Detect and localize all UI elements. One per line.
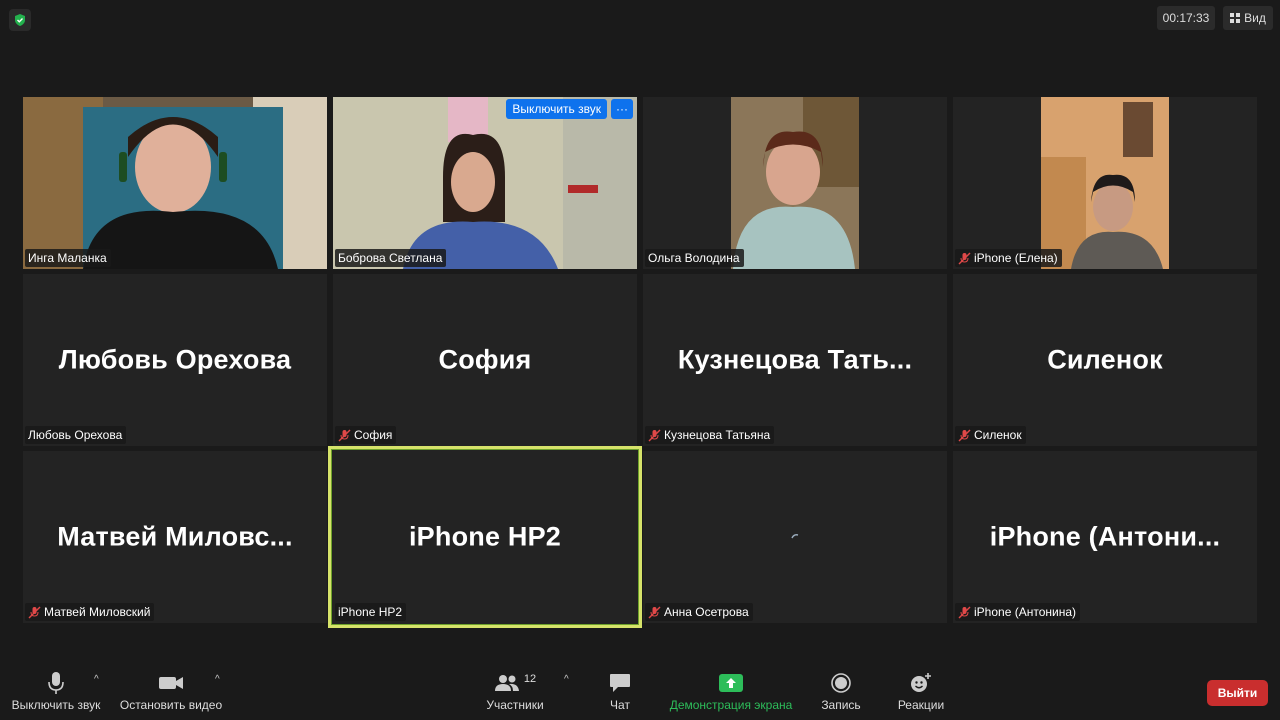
participants-button[interactable]: 12 Участники (483, 668, 547, 712)
participant-name: Кузнецова Татьяна (664, 428, 771, 442)
participant-name-tag: Анна Осетрова (645, 603, 753, 621)
participant-name-tag: Боброва Светлана (335, 249, 447, 267)
participant-video (953, 97, 1257, 269)
smiley-plus-icon (911, 673, 931, 692)
participant-video (333, 97, 637, 269)
record-label: Запись (821, 698, 861, 712)
reactions-button[interactable]: Реакции (893, 668, 949, 712)
more-options-button[interactable]: ··· (611, 99, 633, 119)
mute-button[interactable]: Выключить звук (10, 668, 102, 712)
video-tile-11[interactable]: Анна Осетрова (643, 451, 947, 623)
video-tile-9[interactable]: Матвей Миловс... Матвей Миловский (23, 451, 327, 623)
video-tile-12[interactable]: iPhone (Антони... iPhone (Антонина) (953, 451, 1257, 623)
muted-mic-icon (958, 252, 971, 264)
muted-mic-icon (958, 606, 971, 618)
participant-video (23, 97, 327, 269)
meeting-toolbar: Выключить звук ^ Остановить видео ^ 12 У… (0, 660, 1280, 720)
participant-display-name: София (438, 344, 532, 375)
participant-name: Боброва Светлана (338, 251, 443, 265)
participant-name-tag: Кузнецова Татьяна (645, 426, 775, 444)
meeting-timer: 00:17:33 (1157, 6, 1215, 30)
share-screen-button[interactable]: Демонстрация экрана (664, 668, 798, 712)
participant-name: Ольга Володина (648, 251, 740, 265)
record-button[interactable]: Запись (816, 668, 866, 712)
participant-name: iPhone HP2 (338, 605, 403, 619)
video-tile-3[interactable]: Ольга Володина (643, 97, 947, 269)
participant-video (643, 97, 947, 269)
share-screen-label: Демонстрация экрана (669, 698, 793, 712)
participant-name: Анна Осетрова (664, 605, 749, 619)
participant-name: Инга Маланка (28, 251, 107, 265)
reactions-label: Реакции (897, 698, 945, 712)
participant-name: Силенок (974, 428, 1022, 442)
participant-name: iPhone (Елена) (974, 251, 1058, 265)
grid-icon (1230, 13, 1241, 23)
view-button[interactable]: Вид (1223, 6, 1273, 30)
participant-name-tag: Инга Маланка (25, 249, 111, 267)
participant-name: София (354, 428, 393, 442)
participant-name-tag: iPhone (Елена) (955, 249, 1062, 267)
security-shield-icon[interactable] (9, 9, 31, 31)
participant-display-name: Силенок (1047, 344, 1163, 375)
participant-name-tag: София (335, 426, 397, 444)
video-tile-10-active-speaker[interactable]: iPhone HP2 iPhone HP2 (328, 446, 642, 628)
participant-name-tag: Матвей Миловский (25, 603, 155, 621)
muted-mic-icon (958, 429, 971, 441)
leave-meeting-button[interactable]: Выйти (1207, 680, 1268, 706)
loading-spinner-icon (791, 534, 799, 539)
participant-display-name: iPhone HP2 (408, 521, 562, 552)
participants-count: 12 (523, 673, 537, 685)
video-tile-6[interactable]: София София (333, 274, 637, 446)
participant-name: Матвей Миловский (44, 605, 151, 619)
video-camera-icon (159, 677, 183, 689)
participant-display-name: Любовь Орехова (58, 344, 292, 375)
video-tile-1[interactable]: Инга Маланка (23, 97, 327, 269)
view-label: Вид (1244, 11, 1266, 25)
stop-video-label: Остановить видео (119, 698, 223, 712)
participants-icon (494, 675, 519, 691)
audio-options-caret-icon[interactable]: ^ (94, 674, 99, 685)
mute-label: Выключить звук (11, 698, 101, 712)
participants-options-caret-icon[interactable]: ^ (564, 674, 569, 685)
participant-name-tag: iPhone (Антонина) (955, 603, 1080, 621)
participant-name-tag: iPhone HP2 (335, 603, 407, 621)
mute-participant-button[interactable]: Выключить звук (506, 99, 607, 119)
muted-mic-icon (648, 429, 661, 441)
participant-display-name: iPhone (Антони... (989, 521, 1221, 552)
video-tile-5[interactable]: Любовь Орехова Любовь Орехова (23, 274, 327, 446)
video-tile-8[interactable]: Силенок Силенок (953, 274, 1257, 446)
video-options-caret-icon[interactable]: ^ (215, 674, 220, 685)
chat-label: Чат (610, 698, 630, 712)
muted-mic-icon (338, 429, 351, 441)
share-screen-icon (719, 674, 743, 692)
muted-mic-icon (648, 606, 661, 618)
participant-name: Любовь Орехова (28, 428, 123, 442)
participant-display-name: Матвей Миловс... (57, 521, 293, 552)
stop-video-button[interactable]: Остановить видео (118, 668, 224, 712)
video-tile-7[interactable]: Кузнецова Тать... Кузнецова Татьяна (643, 274, 947, 446)
participant-name-tag: Силенок (955, 426, 1026, 444)
chat-bubble-icon (610, 674, 630, 692)
muted-mic-icon (28, 606, 41, 618)
record-icon (831, 673, 851, 693)
participant-display-name: Кузнецова Тать... (677, 344, 913, 375)
participant-name-tag: Любовь Орехова (25, 426, 127, 444)
microphone-icon (48, 672, 64, 694)
chat-button[interactable]: Чат (600, 668, 640, 712)
participants-label: Участники (486, 698, 544, 712)
video-tile-2[interactable]: Выключить звук ··· Боброва Светлана (333, 97, 637, 269)
participant-name: iPhone (Антонина) (974, 605, 1076, 619)
participant-name-tag: Ольга Володина (645, 249, 744, 267)
video-tile-4[interactable]: iPhone (Елена) (953, 97, 1257, 269)
